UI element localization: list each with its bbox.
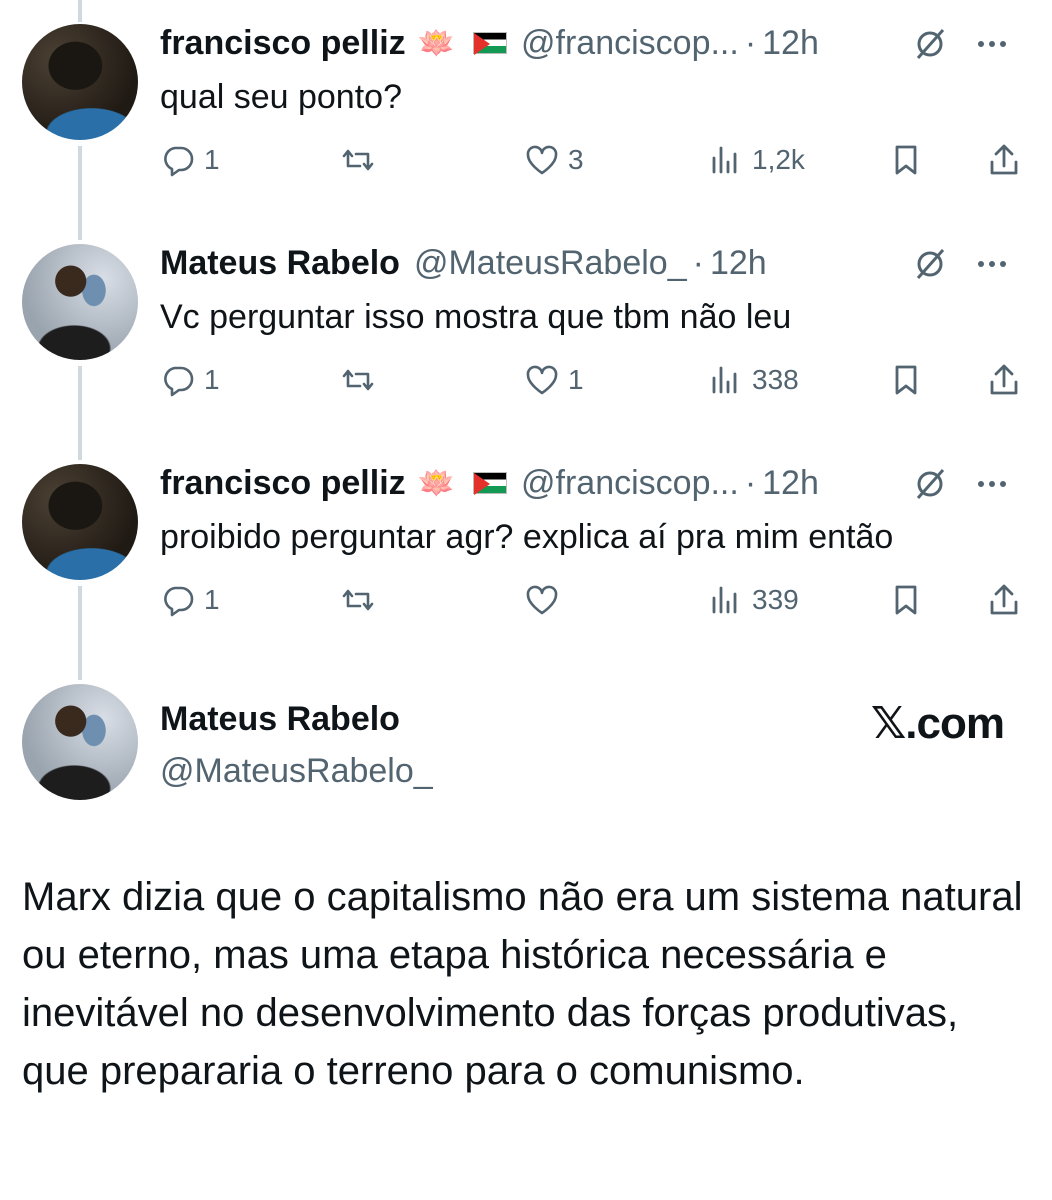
separator-dot: · [744, 23, 757, 62]
like-button[interactable]: 1 [524, 356, 584, 404]
author-name[interactable]: francisco pelliz [160, 24, 406, 63]
like-button[interactable]: 3 [524, 136, 584, 184]
author-handle[interactable]: @franciscop... [521, 464, 739, 503]
action-bar: 1 339 [160, 576, 1032, 624]
tweet-text: qual seu ponto? [160, 78, 402, 116]
reply-count: 1 [204, 364, 220, 395]
share-icon [990, 584, 1018, 615]
action-bar: 1 3 1,2k [160, 136, 1032, 184]
share-button[interactable] [986, 136, 1022, 184]
reply-icon [164, 146, 194, 177]
palestine-flag-icon [473, 472, 507, 495]
views-count: 339 [752, 584, 799, 615]
bookmark-icon [895, 585, 917, 615]
author-handle[interactable]: @MateusRabelo_ [160, 752, 433, 791]
views-icon [712, 366, 737, 394]
like-count: 1 [568, 364, 584, 395]
tweet-text: proibido perguntar agr? explica aí pra m… [160, 518, 894, 556]
tweet-header: Mateus Rabelo @MateusRabelo_ · 12h [160, 240, 1032, 286]
share-button[interactable] [986, 356, 1022, 404]
timestamp[interactable]: 12h [710, 244, 767, 283]
bookmark-icon [895, 365, 917, 395]
repost-button[interactable] [340, 136, 384, 184]
repost-button[interactable] [340, 356, 384, 404]
separator-dot: · [692, 243, 704, 282]
reply-tweet[interactable]: francisco pelliz 🪷 @franciscop... · 12h … [0, 440, 1052, 660]
avatar[interactable] [22, 244, 138, 360]
author-name[interactable]: francisco pelliz [160, 464, 406, 503]
views-icon [712, 146, 737, 174]
more-icon[interactable] [972, 24, 1012, 64]
author-handle[interactable]: @franciscop... [521, 24, 739, 63]
reply-icon [164, 586, 194, 617]
like-icon [526, 145, 558, 175]
timestamp[interactable]: 12h [762, 24, 819, 63]
views-count: 1,2k [752, 144, 805, 175]
reply-tweet[interactable]: francisco pelliz 🪷 @franciscop... · 12h … [0, 0, 1052, 220]
like-count: 3 [568, 144, 584, 175]
bookmark-icon [895, 145, 917, 175]
avatar[interactable] [22, 684, 138, 800]
palestine-flag-icon [473, 32, 507, 55]
reply-button[interactable]: 1 [160, 576, 220, 624]
share-icon [990, 144, 1018, 175]
like-icon [526, 585, 558, 615]
share-icon [990, 364, 1018, 395]
grok-icon[interactable] [910, 24, 950, 64]
tweet-header: francisco pelliz 🪷 @franciscop... · 12h [160, 460, 1032, 506]
author-name[interactable]: Mateus Rabelo [160, 700, 400, 739]
tweet-header: francisco pelliz 🪷 @franciscop... · 12h [160, 20, 1032, 66]
bookmark-button[interactable] [888, 356, 924, 404]
more-icon[interactable] [972, 244, 1012, 284]
repost-icon [342, 589, 374, 611]
views-button[interactable]: 339 [708, 576, 799, 624]
more-icon[interactable] [972, 464, 1012, 504]
lotus-emoji: 🪷 [417, 466, 455, 500]
grok-icon[interactable] [910, 244, 950, 284]
bookmark-button[interactable] [888, 136, 924, 184]
repost-icon [342, 369, 374, 391]
like-icon [526, 365, 558, 395]
reply-icon [164, 366, 194, 397]
avatar[interactable] [22, 464, 138, 580]
reply-button[interactable]: 1 [160, 356, 220, 404]
views-icon [712, 586, 737, 614]
author-name[interactable]: Mateus Rabelo [160, 244, 400, 283]
reply-count: 1 [204, 584, 220, 615]
timestamp[interactable]: 12h [762, 464, 819, 503]
reply-tweet[interactable]: Mateus Rabelo @MateusRabelo_ · 12h Vc pe… [0, 220, 1052, 440]
bookmark-button[interactable] [888, 576, 924, 624]
separator-dot: · [744, 463, 757, 502]
views-count: 338 [752, 364, 799, 395]
tweet-text: Vc perguntar isso mostra que tbm não leu [160, 298, 792, 336]
share-button[interactable] [986, 576, 1022, 624]
like-button[interactable] [524, 576, 568, 624]
x-logo: 𝕏.com [870, 699, 1005, 748]
grok-icon[interactable] [910, 464, 950, 504]
avatar[interactable] [22, 24, 138, 140]
reply-button[interactable]: 1 [160, 136, 220, 184]
lotus-emoji: 🪷 [417, 26, 455, 60]
tweet-text: Marx dizia que o capitalismo não era um … [22, 875, 1023, 1093]
action-bar: 1 1 338 [160, 356, 1032, 404]
author-handle[interactable]: @MateusRabelo_ [414, 244, 687, 283]
repost-icon [342, 149, 374, 171]
views-button[interactable]: 1,2k [708, 136, 805, 184]
views-button[interactable]: 338 [708, 356, 799, 404]
reply-count: 1 [204, 144, 220, 175]
repost-button[interactable] [340, 576, 384, 624]
